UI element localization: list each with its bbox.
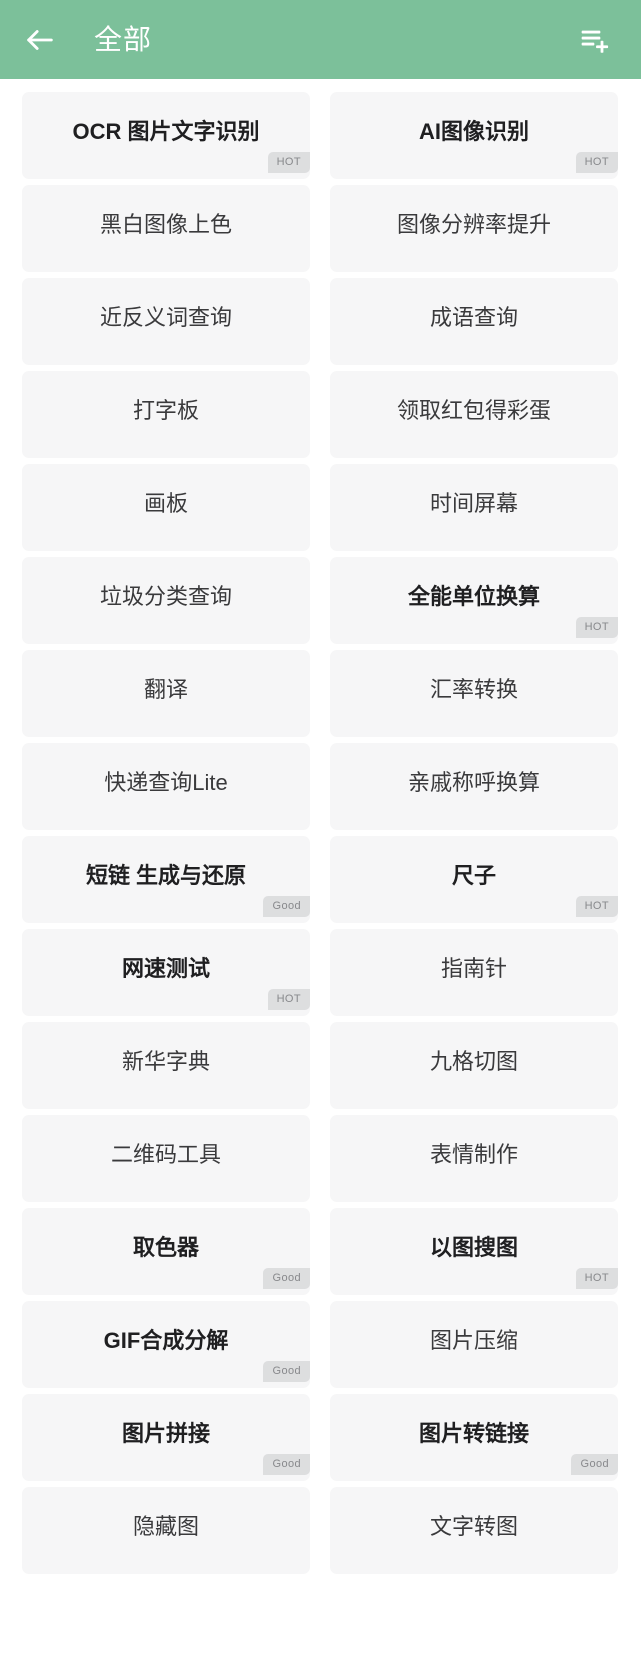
app-bar: 全部 xyxy=(0,0,641,79)
tool-card-label: 汇率转换 xyxy=(429,676,518,702)
tool-card-label: 时间屏幕 xyxy=(429,490,518,516)
tool-card-label: 近反义词查询 xyxy=(99,304,232,330)
tool-grid: OCR 图片文字识别 HOT AI图像识别 HOT 黑白图像上色 图像分辨率提升近反义词查… xyxy=(0,79,641,1574)
status-badge: HOT xyxy=(575,152,618,173)
status-badge: HOT xyxy=(267,989,310,1010)
tool-card[interactable]: 图片转链接 Good xyxy=(330,1394,618,1481)
tool-card-label: GIF合成分解 xyxy=(103,1327,229,1353)
tool-card[interactable]: 尺子 HOT xyxy=(330,836,618,923)
tool-card[interactable]: GIF合成分解 Good xyxy=(22,1301,310,1388)
tool-card-label: 图片拼接 xyxy=(121,1420,210,1446)
status-badge: HOT xyxy=(575,1268,618,1289)
app-root: 全部 OCR 图片文字识别 HOT AI图像识别 HOT 黑白图像上色 图像分辨率提升近反… xyxy=(0,0,641,1678)
tool-card-label: 快递查询Lite xyxy=(104,769,228,795)
tool-card[interactable]: 亲戚称呼换算 xyxy=(330,743,618,830)
tool-card[interactable]: OCR 图片文字识别 HOT xyxy=(22,92,310,179)
tool-card[interactable]: 近反义词查询 xyxy=(22,278,310,365)
tool-card[interactable]: 图片压缩 xyxy=(330,1301,618,1388)
tool-card[interactable]: 黑白图像上色 xyxy=(22,185,310,272)
tool-card-label: 领取红包得彩蛋 xyxy=(396,397,551,423)
tool-card-label: 以图搜图 xyxy=(429,1234,518,1260)
tool-card[interactable]: AI图像识别 HOT xyxy=(330,92,618,179)
tool-card-label: 九格切图 xyxy=(429,1048,518,1074)
status-badge: HOT xyxy=(575,896,618,917)
tool-card[interactable]: 取色器 Good xyxy=(22,1208,310,1295)
tool-card-label: 画板 xyxy=(143,490,188,516)
add-tool-button[interactable] xyxy=(573,18,617,62)
tool-card[interactable]: 画板 xyxy=(22,464,310,551)
tool-card-label: 打字板 xyxy=(132,397,199,423)
tool-card-label: 指南针 xyxy=(440,955,507,981)
tool-card-label: 图片转链接 xyxy=(418,1420,529,1446)
tool-card-label: 二维码工具 xyxy=(110,1141,221,1167)
tool-card[interactable]: 打字板 xyxy=(22,371,310,458)
tool-card-label: 表情制作 xyxy=(429,1141,518,1167)
tool-card-label: 翻译 xyxy=(143,676,188,702)
tool-card[interactable]: 时间屏幕 xyxy=(330,464,618,551)
tool-card[interactable]: 隐藏图 xyxy=(22,1487,310,1574)
tool-card[interactable]: 表情制作 xyxy=(330,1115,618,1202)
tool-card[interactable]: 以图搜图 HOT xyxy=(330,1208,618,1295)
tool-card-label: 隐藏图 xyxy=(132,1513,199,1539)
status-badge: Good xyxy=(263,1454,310,1475)
tool-card-label: 全能单位换算 xyxy=(407,583,540,609)
status-badge: Good xyxy=(263,1268,310,1289)
arrow-left-icon xyxy=(23,23,57,57)
status-badge: Good xyxy=(571,1454,618,1475)
tool-card-label: 取色器 xyxy=(132,1234,199,1260)
page-title: 全部 xyxy=(94,23,153,55)
tool-card[interactable]: 指南针 xyxy=(330,929,618,1016)
tool-card-label: 成语查询 xyxy=(429,304,518,330)
tool-card-label: 图像分辨率提升 xyxy=(396,211,551,237)
tool-card[interactable]: 成语查询 xyxy=(330,278,618,365)
tool-card[interactable]: 九格切图 xyxy=(330,1022,618,1109)
back-button[interactable] xyxy=(18,18,62,62)
tool-card-label: 新华字典 xyxy=(121,1048,210,1074)
tool-card-label: OCR 图片文字识别 xyxy=(72,118,260,144)
status-badge: Good xyxy=(263,1361,310,1382)
tool-card[interactable]: 新华字典 xyxy=(22,1022,310,1109)
tool-card-label: 网速测试 xyxy=(121,955,210,981)
tool-card-label: 尺子 xyxy=(451,862,496,888)
tool-card[interactable]: 汇率转换 xyxy=(330,650,618,737)
tool-card-label: AI图像识别 xyxy=(418,118,529,144)
status-badge: Good xyxy=(263,896,310,917)
tool-card-label: 图片压缩 xyxy=(429,1327,518,1353)
playlist-add-icon xyxy=(579,24,611,56)
tool-card[interactable]: 快递查询Lite xyxy=(22,743,310,830)
tool-card[interactable]: 翻译 xyxy=(22,650,310,737)
tool-card-label: 垃圾分类查询 xyxy=(99,583,232,609)
tool-card[interactable]: 全能单位换算 HOT xyxy=(330,557,618,644)
tool-card[interactable]: 领取红包得彩蛋 xyxy=(330,371,618,458)
tool-card[interactable]: 网速测试 HOT xyxy=(22,929,310,1016)
tool-card[interactable]: 图片拼接 Good xyxy=(22,1394,310,1481)
tool-card-label: 文字转图 xyxy=(429,1513,518,1539)
tool-card[interactable]: 二维码工具 xyxy=(22,1115,310,1202)
tool-card[interactable]: 文字转图 xyxy=(330,1487,618,1574)
tool-card[interactable]: 短链 生成与还原 Good xyxy=(22,836,310,923)
tool-card-label: 黑白图像上色 xyxy=(99,211,232,237)
status-badge: HOT xyxy=(267,152,310,173)
tool-card[interactable]: 垃圾分类查询 xyxy=(22,557,310,644)
tool-card-label: 短链 生成与还原 xyxy=(85,862,247,888)
tool-card-label: 亲戚称呼换算 xyxy=(407,769,540,795)
tool-card[interactable]: 图像分辨率提升 xyxy=(330,185,618,272)
status-badge: HOT xyxy=(575,617,618,638)
